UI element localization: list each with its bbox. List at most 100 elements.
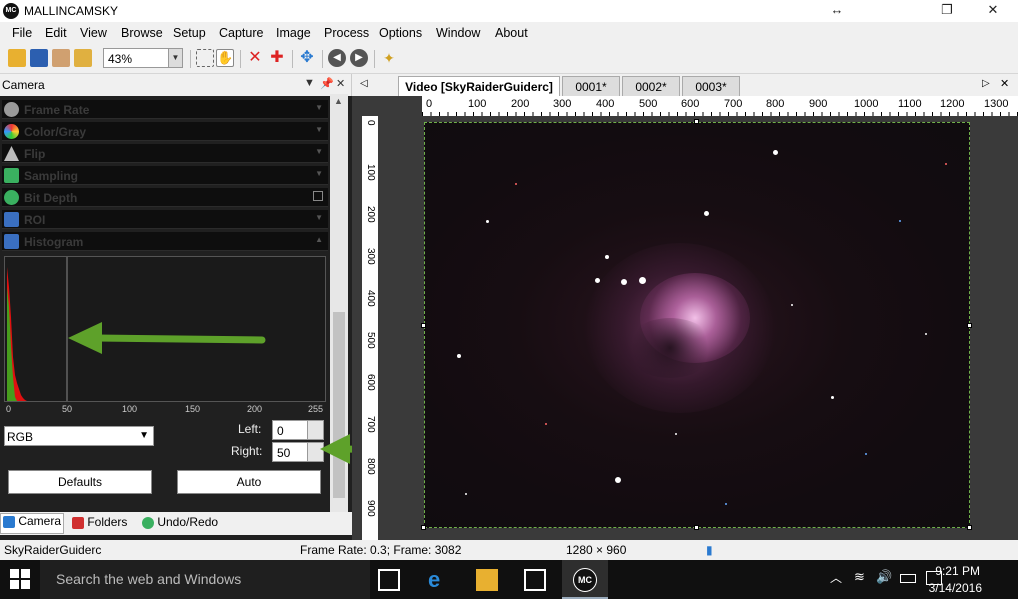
section-flip[interactable]: Flip ▼: [2, 144, 328, 163]
resize-handle[interactable]: [967, 525, 972, 530]
battery-icon[interactable]: [900, 574, 916, 583]
chevron-down-icon: ▼: [315, 103, 323, 112]
menu-about[interactable]: About: [495, 26, 528, 40]
pin-icon[interactable]: 📌: [320, 77, 334, 90]
panel-scrollbar[interactable]: ▲ ▼: [330, 94, 348, 534]
close-button[interactable]: ✕: [970, 0, 1016, 22]
nebula-dust-lane: [625, 318, 715, 378]
volume-icon[interactable]: 🔊: [876, 569, 898, 591]
tabs-right-icon[interactable]: ▷: [982, 78, 990, 89]
edit-icon[interactable]: [52, 49, 70, 67]
ruler-tick: 200: [365, 206, 376, 223]
task-view-icon[interactable]: [378, 569, 400, 591]
star: [725, 503, 727, 505]
status-size: 1280 × 960: [566, 543, 627, 557]
channel-select[interactable]: RGB ▼: [4, 426, 154, 446]
section-bit-depth[interactable]: Bit Depth: [2, 188, 328, 207]
open-icon[interactable]: [8, 49, 26, 67]
crosshair-red-icon[interactable]: ✚: [268, 49, 286, 67]
resize-handle[interactable]: [967, 323, 972, 328]
scrollbar-thumb[interactable]: [333, 312, 345, 498]
file-explorer-icon[interactable]: [476, 569, 498, 591]
ruler-tick: 100: [468, 98, 487, 110]
tab-video[interactable]: Video [SkyRaiderGuiderc]: [398, 76, 560, 96]
tab-camera[interactable]: Camera: [0, 513, 64, 534]
close-icon[interactable]: ✕: [336, 77, 345, 90]
back-icon[interactable]: ◀: [328, 49, 346, 67]
edge-icon[interactable]: e: [428, 569, 450, 591]
resize-handle[interactable]: [421, 525, 426, 530]
tab-0002[interactable]: 0002*: [622, 76, 680, 96]
scroll-up-icon[interactable]: ▲: [334, 96, 343, 106]
search-placeholder: Search the web and Windows: [56, 571, 242, 587]
menu-edit[interactable]: Edit: [45, 26, 67, 40]
cross-red-icon[interactable]: ✕: [246, 49, 264, 67]
move-icon[interactable]: ✥: [298, 49, 316, 67]
star: [457, 354, 461, 358]
clock-date[interactable]: 3/14/2016: [929, 581, 982, 595]
menu-file[interactable]: File: [12, 26, 32, 40]
menu-browse[interactable]: Browse: [121, 26, 163, 40]
tab-undo-redo[interactable]: Undo/Redo: [142, 515, 218, 529]
section-color-gray[interactable]: Color/Gray ▼: [2, 122, 328, 141]
tab-0001[interactable]: 0001*: [562, 76, 620, 96]
defaults-button[interactable]: Defaults: [8, 470, 152, 494]
mallincam-taskbar-button[interactable]: MC: [562, 560, 608, 599]
clock-time[interactable]: 9:21 PM: [935, 564, 980, 578]
star: [925, 333, 927, 335]
chevron-down-icon[interactable]: ▼: [168, 49, 182, 67]
section-histogram[interactable]: Histogram ▲: [2, 232, 328, 251]
chevron-down-icon: ▼: [315, 169, 323, 178]
hist-tick-50: 50: [62, 404, 73, 414]
taskbar-search[interactable]: Search the web and Windows: [40, 560, 370, 599]
windows-start-icon[interactable]: [10, 569, 32, 591]
tab-0003[interactable]: 0003*: [682, 76, 740, 96]
menu-process[interactable]: Process: [324, 26, 369, 40]
menu-view[interactable]: View: [80, 26, 107, 40]
menu-options[interactable]: Options: [379, 26, 422, 40]
chevron-down-icon[interactable]: ▼: [139, 430, 149, 441]
right-label: Right:: [231, 444, 263, 458]
zoom-select[interactable]: 43% ▼: [103, 48, 183, 68]
wifi-icon[interactable]: ≋: [854, 569, 876, 591]
store-icon[interactable]: [524, 569, 546, 591]
clock-icon: [4, 102, 19, 117]
auto-button[interactable]: Auto: [177, 470, 321, 494]
folder-icon[interactable]: [74, 49, 92, 67]
resize-handle[interactable]: [694, 119, 699, 124]
right-spinner[interactable]: 50: [272, 442, 324, 462]
select-icon[interactable]: [196, 49, 214, 67]
forward-icon[interactable]: ▶: [350, 49, 368, 67]
star: [515, 183, 517, 185]
menu-capture[interactable]: Capture: [219, 26, 263, 40]
taskbar: Search the web and Windows e MC ︿ ≋ 🔊 9:…: [0, 560, 1018, 599]
toolbar-separator: [374, 50, 375, 68]
sparkle-icon[interactable]: ✦: [380, 49, 398, 67]
hand-icon[interactable]: ✋: [216, 49, 234, 67]
menu-setup[interactable]: Setup: [173, 26, 206, 40]
document-area: ◁ Video [SkyRaiderGuiderc] 0001* 0002* 0…: [352, 74, 1018, 540]
resize-handle[interactable]: [694, 525, 699, 530]
tab-folders[interactable]: Folders: [72, 515, 127, 529]
section-sampling[interactable]: Sampling ▼: [2, 166, 328, 185]
menu-window[interactable]: Window: [436, 26, 480, 40]
left-spinner[interactable]: 0: [272, 420, 324, 440]
section-roi[interactable]: ROI ▼: [2, 210, 328, 229]
resize-handle[interactable]: [421, 323, 426, 328]
zoom-value: 43%: [108, 52, 133, 66]
sampling-icon: [4, 168, 19, 183]
resize-icon[interactable]: ↔: [814, 0, 860, 22]
close-icon[interactable]: ✕: [1000, 77, 1009, 90]
nebula-image[interactable]: [424, 122, 970, 528]
star: [615, 477, 621, 483]
section-frame-rate[interactable]: Frame Rate ▼: [2, 100, 328, 119]
restore-button[interactable]: ❐: [924, 0, 970, 22]
left-value[interactable]: 0: [277, 424, 284, 438]
right-value[interactable]: 50: [277, 446, 290, 460]
tray-chevron-up-icon[interactable]: ︿: [830, 569, 852, 591]
dropdown-icon[interactable]: ▼: [304, 77, 315, 89]
save-icon[interactable]: [30, 49, 48, 67]
tabs-left-icon[interactable]: ◁: [360, 78, 368, 89]
menu-image[interactable]: Image: [276, 26, 311, 40]
roi-icon: [4, 212, 19, 227]
